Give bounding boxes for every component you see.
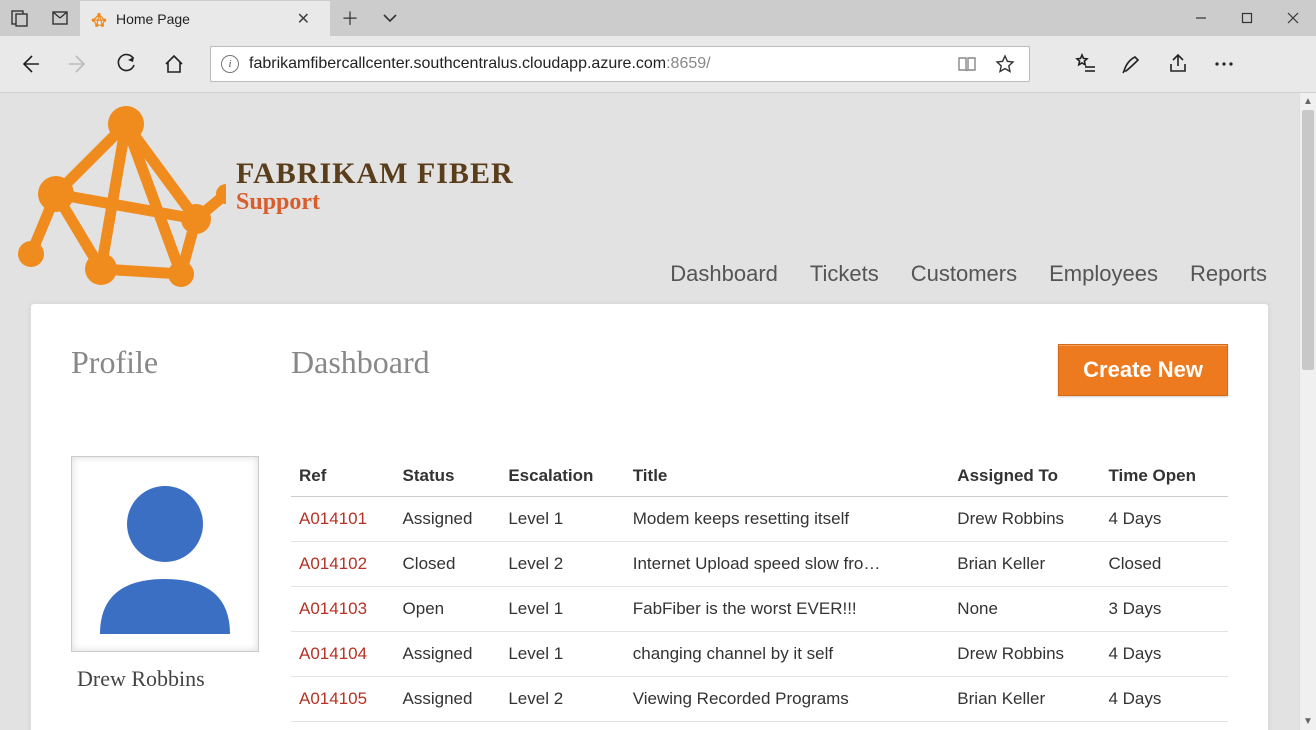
ticket-time: 4 Days: [1100, 677, 1228, 722]
ticket-ref-link[interactable]: A014104: [299, 644, 367, 663]
ticket-ref-link[interactable]: A014101: [299, 509, 367, 528]
scroll-up-icon[interactable]: ▲: [1300, 93, 1316, 110]
main-nav: Dashboard Tickets Customers Employees Re…: [670, 261, 1267, 287]
nav-customers[interactable]: Customers: [911, 261, 1017, 287]
window-controls: [1178, 0, 1316, 36]
col-status[interactable]: Status: [395, 456, 501, 497]
url-text: fabrikamfibercallcenter.southcentralus.c…: [249, 55, 943, 73]
new-tab-button[interactable]: ＋: [330, 0, 370, 36]
minimize-button[interactable]: [1178, 0, 1224, 36]
table-row: A014101 AssignedLevel 1Modem keeps resett…: [291, 497, 1228, 542]
avatar: [71, 456, 259, 652]
nav-employees[interactable]: Employees: [1049, 261, 1158, 287]
ticket-escalation: Level 1: [500, 632, 624, 677]
ticket-status: Closed: [395, 542, 501, 587]
site-info-icon[interactable]: i: [221, 55, 239, 73]
ticket-ref-link[interactable]: A014102: [299, 554, 367, 573]
nav-reports[interactable]: Reports: [1190, 261, 1267, 287]
table-row: A014102ClosedLevel 2Internet Upload spee…: [291, 542, 1228, 587]
page-viewport: FABRIKAM FIBER Support Dashboard Tickets…: [0, 93, 1299, 730]
more-menu-icon[interactable]: [1202, 42, 1246, 86]
ticket-title: changing channel by it self: [625, 632, 950, 677]
tab-close-icon[interactable]: ✕: [291, 9, 316, 29]
ticket-escalation: Level 1: [500, 497, 624, 542]
profile-user-name: Drew Robbins: [71, 666, 291, 692]
browser-tab[interactable]: Home Page ✕: [80, 0, 330, 36]
profile-block: Drew Robbins: [71, 456, 291, 722]
back-button[interactable]: [8, 42, 52, 86]
col-escalation[interactable]: Escalation: [500, 456, 624, 497]
ticket-time: 4 Days: [1100, 632, 1228, 677]
ticket-title: FabFiber is the worst EVER!!!: [625, 587, 950, 632]
content-card: Profile Dashboard Create New Drew Robbin…: [30, 303, 1269, 730]
tab-title: Home Page: [116, 11, 283, 27]
ticket-assigned: None: [949, 587, 1100, 632]
table-row: A014105 AssignedLevel 2Viewing Recorded P…: [291, 677, 1228, 722]
favorite-star-icon[interactable]: [991, 54, 1019, 74]
nav-tickets[interactable]: Tickets: [810, 261, 879, 287]
ticket-assigned: Drew Robbins: [949, 497, 1100, 542]
col-ref[interactable]: Ref: [291, 456, 395, 497]
ticket-assigned: Drew Robbins: [949, 632, 1100, 677]
tabs-aside-icon[interactable]: [0, 0, 40, 36]
ticket-escalation: Level 2: [500, 677, 624, 722]
col-time[interactable]: Time Open: [1100, 456, 1228, 497]
brand-subtitle: Support: [236, 189, 514, 216]
nav-dashboard[interactable]: Dashboard: [670, 261, 778, 287]
col-assigned[interactable]: Assigned To: [949, 456, 1100, 497]
share-icon[interactable]: [1156, 42, 1200, 86]
notes-icon[interactable]: [1110, 42, 1154, 86]
ticket-status: Open: [395, 587, 501, 632]
ticket-time: 3 Days: [1100, 587, 1228, 632]
browser-titlebar: Home Page ✕ ＋: [0, 0, 1316, 36]
tickets-table: Ref Status Escalation Title Assigned To …: [291, 456, 1228, 722]
home-button[interactable]: [152, 42, 196, 86]
favicon-icon: [90, 10, 108, 28]
ticket-assigned: Brian Keller: [949, 677, 1100, 722]
brand-logo-icon: [6, 99, 226, 309]
ticket-status: Assigned: [395, 632, 501, 677]
ticket-escalation: Level 2: [500, 542, 624, 587]
ticket-escalation: Level 1: [500, 587, 624, 632]
show-tabs-icon[interactable]: [40, 0, 80, 36]
ticket-status: Assigned: [395, 677, 501, 722]
table-row: A014103 OpenLevel 1FabFiber is the worst …: [291, 587, 1228, 632]
address-bar[interactable]: i fabrikamfibercallcenter.southcentralus…: [210, 46, 1030, 82]
scroll-thumb[interactable]: [1302, 110, 1314, 370]
col-title[interactable]: Title: [625, 456, 950, 497]
ticket-status: Assigned: [395, 497, 501, 542]
scroll-down-icon[interactable]: ▼: [1300, 713, 1316, 730]
browser-toolbar: i fabrikamfibercallcenter.southcentralus…: [0, 36, 1316, 93]
close-window-button[interactable]: [1270, 0, 1316, 36]
reading-view-icon[interactable]: [953, 54, 981, 74]
ticket-title: Modem keeps resetting itself: [625, 497, 950, 542]
ticket-title: Internet Upload speed slow fro…: [625, 542, 950, 587]
brand-name: FABRIKAM FIBER: [236, 157, 514, 191]
ticket-title: Viewing Recorded Programs: [625, 677, 950, 722]
table-header-row: Ref Status Escalation Title Assigned To …: [291, 456, 1228, 497]
vertical-scrollbar[interactable]: ▲ ▼: [1299, 93, 1316, 730]
ticket-time: Closed: [1100, 542, 1228, 587]
create-new-button[interactable]: Create New: [1058, 344, 1228, 396]
tab-actions-icon[interactable]: [370, 0, 410, 36]
ticket-time: 4 Days: [1100, 497, 1228, 542]
ticket-ref-link[interactable]: A014105: [299, 689, 367, 708]
refresh-button[interactable]: [104, 42, 148, 86]
favorites-list-icon[interactable]: [1064, 42, 1108, 86]
profile-heading: Profile: [71, 344, 291, 381]
page-header: FABRIKAM FIBER Support Dashboard Tickets…: [0, 93, 1299, 303]
ticket-assigned: Brian Keller: [949, 542, 1100, 587]
forward-button[interactable]: [56, 42, 100, 86]
ticket-ref-link[interactable]: A014103: [299, 599, 367, 618]
dashboard-heading: Dashboard: [291, 344, 1058, 381]
table-row: A014104 AssignedLevel 1changing channel b…: [291, 632, 1228, 677]
maximize-button[interactable]: [1224, 0, 1270, 36]
